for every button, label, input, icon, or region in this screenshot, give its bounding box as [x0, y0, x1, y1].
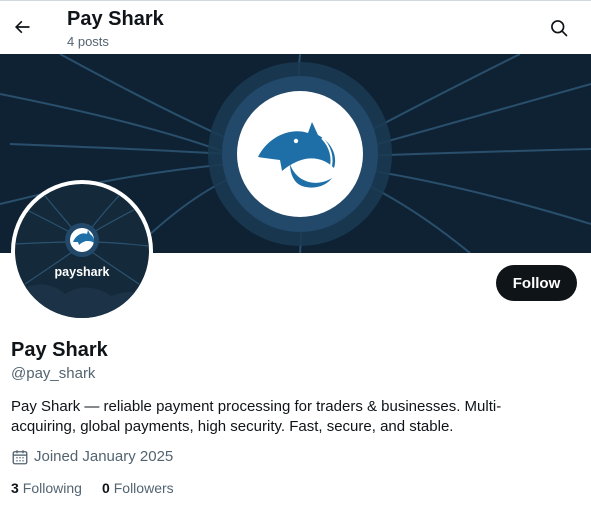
followers-count: 0: [101, 480, 110, 496]
profile-name: Pay Shark: [11, 339, 108, 361]
posts-count: 4 posts: [67, 34, 109, 49]
following-label: Following: [22, 480, 82, 496]
joined-date: Joined January 2025: [11, 447, 173, 467]
arrow-left-icon: [15, 20, 30, 34]
profile-bio: Pay Shark — reliable payment processing …: [11, 398, 502, 435]
avatar-logo-text: payshark: [55, 265, 110, 279]
followers-label: Followers: [113, 480, 174, 496]
back-button[interactable]: [8, 13, 36, 41]
followers-link[interactable]: 0 Followers: [102, 478, 174, 498]
joined-text: Joined January 2025: [34, 448, 174, 465]
calendar-icon: [11, 448, 29, 466]
profile-handle: @pay_shark: [11, 365, 96, 382]
avatar-image: payshark: [15, 184, 149, 318]
following-link[interactable]: 3 Following: [11, 478, 82, 498]
profile-stats: 3 Following 0 Followers: [11, 478, 194, 498]
follow-button[interactable]: Follow: [496, 265, 577, 301]
search-button[interactable]: [547, 16, 571, 40]
following-count: 3: [11, 480, 19, 496]
page-title: Pay Shark: [67, 8, 164, 30]
header-title-block: Pay Shark 4 posts: [67, 7, 164, 50]
avatar[interactable]: payshark: [11, 180, 153, 322]
top-bar: Pay Shark 4 posts: [0, 0, 591, 54]
search-icon: [551, 20, 568, 37]
